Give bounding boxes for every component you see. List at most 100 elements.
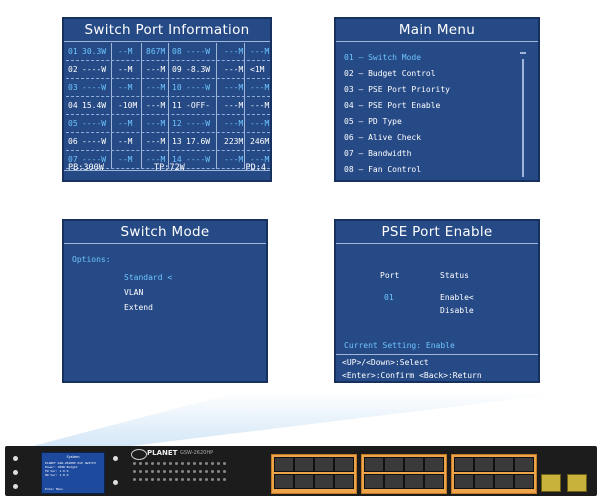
port-led-icon	[205, 470, 208, 473]
main-menu-title: Main Menu	[398, 22, 476, 38]
status-led-icon	[13, 470, 18, 475]
ethernet-port[interactable]	[454, 474, 474, 489]
menu-item[interactable]: 07 – Bandwidth	[344, 149, 411, 158]
down-button-icon[interactable]	[113, 480, 118, 485]
ethernet-port[interactable]	[404, 457, 424, 472]
menu-item[interactable]: 02 – Budget Control	[344, 69, 436, 78]
current-setting: Current Setting: Enable	[344, 341, 455, 350]
ethernet-port[interactable]	[494, 474, 514, 489]
ethernet-port[interactable]	[274, 474, 294, 489]
ethernet-port[interactable]	[274, 457, 294, 472]
port-led-icon	[211, 478, 214, 481]
pd-count: PD:4	[245, 163, 266, 173]
ethernet-port[interactable]	[364, 474, 384, 489]
port-tx-rate: --M	[118, 65, 133, 74]
ethernet-port[interactable]	[514, 457, 534, 472]
port-power: -OFF-	[186, 101, 211, 110]
menu-item[interactable]: 01 – Switch Mode	[344, 53, 421, 62]
port-led-icon	[193, 478, 196, 481]
ethernet-port[interactable]	[364, 457, 384, 472]
port-table: 01 30.3W --M 867M 08 ----W ---M ---M 02 ----W --M -…	[66, 43, 270, 169]
planet-logo-icon	[131, 449, 147, 460]
ethernet-port[interactable]	[334, 474, 354, 489]
switch-device: System PLANET GSW-2620HP PoE SWITCH Power…	[5, 446, 597, 496]
port-led-icon	[139, 462, 142, 465]
port-led-icon	[133, 478, 136, 481]
menu-item[interactable]: 08 – Fan Control	[344, 165, 421, 174]
mode-option[interactable]: Extend	[124, 303, 153, 312]
port-tx-rate: ---M	[224, 47, 244, 56]
help-divider	[336, 354, 538, 355]
ethernet-port[interactable]	[494, 457, 514, 472]
title-divider	[64, 243, 266, 244]
ethernet-port[interactable]	[314, 457, 334, 472]
port-number: 02	[68, 65, 78, 74]
port-led-icon	[193, 462, 196, 465]
ethernet-port[interactable]	[314, 474, 334, 489]
menu-item[interactable]: 05 – PD Type	[344, 117, 402, 126]
port-led-icon	[181, 462, 184, 465]
port-rx-rate: 867M	[146, 47, 166, 56]
menu-scrollbar[interactable]	[522, 59, 524, 177]
port-row: 03 ----W --M ---M 10 ----W ---M ---M	[66, 79, 270, 97]
port-led-icon	[175, 470, 178, 473]
ethernet-port[interactable]	[384, 474, 404, 489]
menu-item[interactable]: 03 – PSE Port Priority	[344, 85, 450, 94]
sfp-port-2[interactable]	[567, 474, 587, 492]
port-led-icon	[169, 478, 172, 481]
status-option-disable[interactable]: Disable	[440, 306, 474, 315]
ethernet-port[interactable]	[294, 457, 314, 472]
port-power: 30.3W	[82, 47, 107, 56]
port-led-icon	[151, 470, 154, 473]
port-led-icon	[163, 470, 166, 473]
fan-led-icon	[13, 484, 18, 489]
port-led-icon	[205, 478, 208, 481]
port-tx-rate: --M	[118, 83, 133, 92]
port-number: 03	[68, 83, 78, 92]
ethernet-port[interactable]	[424, 457, 444, 472]
device-lcd-title: System	[66, 455, 80, 459]
port-number: 01	[68, 47, 78, 56]
port-rx-rate: ---M	[250, 119, 270, 128]
ethernet-port[interactable]	[424, 474, 444, 489]
port-tx-rate: 223M	[224, 137, 244, 146]
ethernet-port[interactable]	[514, 474, 534, 489]
port-led-icon	[205, 462, 208, 465]
port-led-icon	[157, 462, 160, 465]
ethernet-port[interactable]	[404, 474, 424, 489]
port-number: 04	[68, 101, 78, 110]
port-rx-rate: ---M	[250, 47, 270, 56]
port-led-icon	[199, 478, 202, 481]
menu-item[interactable]: 04 – PSE Port Enable	[344, 101, 440, 110]
menu-item[interactable]: 06 – Alive Check	[344, 133, 421, 142]
zoom-highlight	[25, 392, 574, 448]
power-budget: PB:300W	[68, 163, 104, 173]
ethernet-port[interactable]	[294, 474, 314, 489]
sfp-port-1[interactable]	[541, 474, 561, 492]
port-power: ----W	[82, 137, 107, 146]
port-led-icon	[151, 478, 154, 481]
port-power: ----W	[186, 119, 211, 128]
ethernet-port[interactable]	[474, 474, 494, 489]
port-led-icon	[139, 478, 142, 481]
port-power: ----W	[186, 83, 211, 92]
options-label: Options:	[72, 255, 111, 264]
port-header: Port	[380, 271, 400, 280]
status-option-enable[interactable]: Enable<	[440, 293, 474, 302]
ethernet-port[interactable]	[384, 457, 404, 472]
brand-logo: PLANET	[147, 449, 178, 457]
port-led-icon	[223, 462, 226, 465]
up-button-icon[interactable]	[113, 456, 118, 461]
ethernet-port[interactable]	[454, 457, 474, 472]
port-number: 09	[172, 65, 182, 74]
switch-port-info-title: Switch Port Information	[84, 22, 250, 38]
menu-scroll-thumb[interactable]	[520, 52, 526, 54]
mode-option[interactable]: Standard <	[124, 273, 172, 282]
ethernet-port[interactable]	[334, 457, 354, 472]
port-tx-rate: --M	[118, 137, 133, 146]
mode-option[interactable]: VLAN	[124, 288, 143, 297]
port-value[interactable]: 01	[384, 293, 394, 302]
port-led-icon	[211, 470, 214, 473]
port-rx-rate: ---M	[146, 65, 166, 74]
ethernet-port[interactable]	[474, 457, 494, 472]
